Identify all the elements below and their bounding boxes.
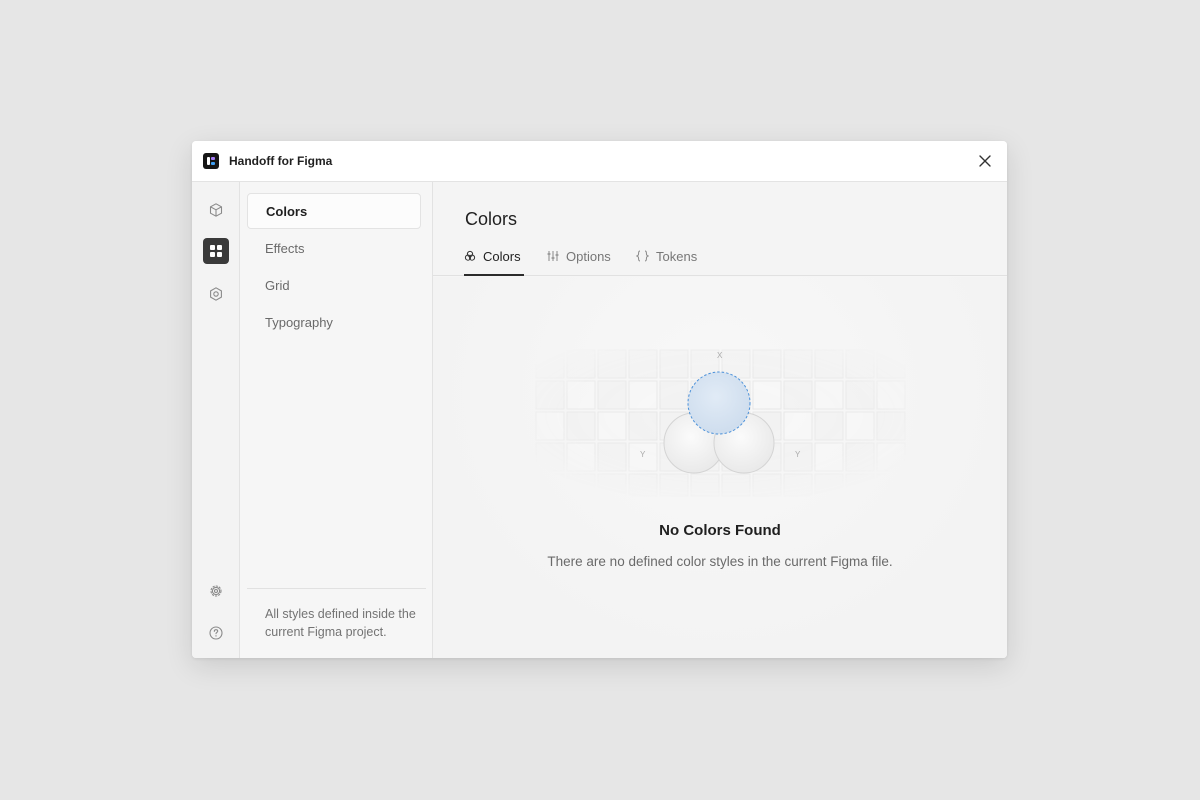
sidebar-item-effects[interactable]: Effects — [247, 230, 421, 266]
rail-components-button[interactable] — [203, 197, 229, 223]
handoff-logo-icon — [203, 153, 219, 169]
tab-tokens[interactable]: Tokens — [636, 242, 697, 276]
close-button[interactable] — [975, 151, 995, 171]
tab-label: Tokens — [656, 249, 698, 264]
main-panel: Colors Colors Options Tokens X Y Y No Co… — [433, 182, 1007, 658]
close-icon — [979, 155, 991, 167]
tab-label: Colors — [483, 249, 521, 264]
grid-icon — [210, 245, 222, 257]
rail-help-button[interactable] — [203, 620, 229, 646]
help-circle-icon — [209, 626, 223, 640]
settings-gear-icon — [210, 585, 222, 597]
window-title: Handoff for Figma — [229, 154, 333, 168]
rail-styles-button[interactable] — [203, 238, 229, 264]
tab-options[interactable]: Options — [547, 242, 611, 276]
axis-label-y-left: Y — [640, 450, 646, 459]
braces-icon — [636, 250, 649, 262]
sidebar-note: All styles defined inside the current Fi… — [265, 607, 416, 639]
palette-icon — [464, 250, 476, 262]
rail-assets-button[interactable] — [203, 281, 229, 307]
sidebar-item-grid[interactable]: Grid — [247, 267, 421, 303]
sidebar-item-label: Grid — [265, 277, 290, 293]
styles-sidebar: Colors Effects Grid Typography All style… — [240, 182, 433, 658]
app-window: Handoff for Figma Colors Effects Grid Ty… — [192, 141, 1007, 658]
sidebar-divider — [247, 588, 426, 589]
axis-label-x: X — [717, 351, 723, 360]
sliders-icon — [547, 250, 559, 262]
empty-state-title: No Colors Found — [659, 522, 781, 539]
cube-icon — [209, 203, 223, 217]
page-title: Colors — [465, 209, 518, 229]
tab-label: Options — [566, 249, 611, 264]
empty-state-illustration: X Y Y — [535, 349, 906, 497]
rail-settings-button[interactable] — [203, 578, 229, 604]
empty-state-description: There are no defined color styles in the… — [547, 554, 893, 569]
sidebar-item-typography[interactable]: Typography — [247, 304, 421, 340]
empty-state: X Y Y No Colors Found There are no defin… — [433, 277, 1007, 658]
sidebar-item-label: Typography — [265, 314, 333, 330]
sidebar-item-colors[interactable]: Colors — [247, 193, 421, 229]
main-header: Colors Colors Options Tokens — [433, 182, 1007, 276]
hexagon-icon — [210, 287, 222, 301]
sidebar-item-label: Colors — [266, 203, 308, 219]
title-bar: Handoff for Figma — [192, 141, 1007, 182]
icon-rail — [192, 182, 240, 658]
axis-label-y-right: Y — [795, 450, 801, 459]
sidebar-item-label: Effects — [265, 240, 305, 256]
tab-colors[interactable]: Colors — [464, 242, 524, 276]
